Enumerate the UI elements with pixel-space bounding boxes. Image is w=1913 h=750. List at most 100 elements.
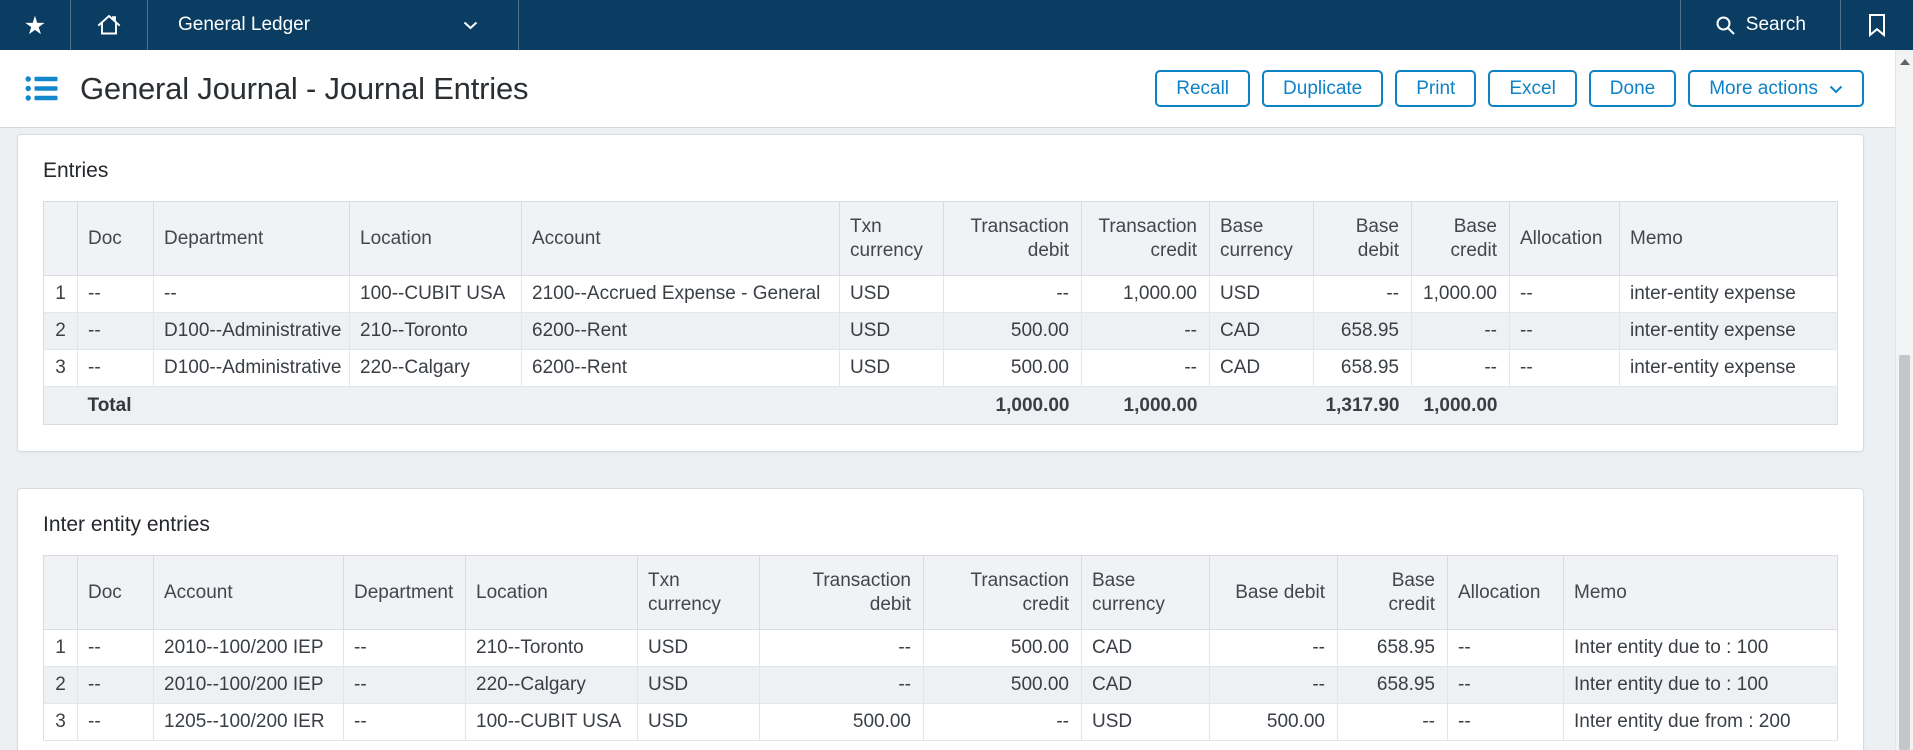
column-header: Transaction credit [1082, 202, 1210, 276]
column-header: Base currency [1210, 202, 1314, 276]
cell: CAD [1210, 350, 1314, 387]
cell: 1 [44, 276, 78, 313]
scrollbar-thumb[interactable] [1899, 355, 1910, 750]
table-row: 1--2010--100/200 IEP--210--TorontoUSD--5… [44, 630, 1838, 667]
total-base-credit: 1,000.00 [1412, 387, 1510, 425]
cell: CAD [1082, 630, 1210, 667]
cell: 658.95 [1314, 350, 1412, 387]
print-button[interactable]: Print [1395, 70, 1476, 107]
duplicate-button[interactable]: Duplicate [1262, 70, 1383, 107]
cell: -- [1448, 667, 1564, 704]
cell: 6200--Rent [522, 350, 840, 387]
cell: 3 [44, 350, 78, 387]
cell: 500.00 [1210, 704, 1338, 741]
cell [44, 387, 78, 425]
column-header: Base credit [1338, 556, 1448, 630]
chevron-down-icon [1829, 85, 1843, 94]
column-header [44, 556, 78, 630]
total-transaction-debit: 1,000.00 [944, 387, 1082, 425]
cell: -- [944, 276, 1082, 313]
search-icon [1715, 15, 1736, 36]
cell: USD [638, 704, 760, 741]
page-title: General Journal - Journal Entries [80, 71, 528, 107]
table-row: 3--1205--100/200 IER--100--CUBIT USAUSD5… [44, 704, 1838, 741]
cell: Inter entity due to : 100 [1564, 630, 1838, 667]
column-header: Memo [1564, 556, 1838, 630]
cell: -- [1082, 313, 1210, 350]
cell [1510, 387, 1838, 425]
cell: -- [1510, 313, 1620, 350]
cell: 658.95 [1338, 667, 1448, 704]
column-header: Txn currency [638, 556, 760, 630]
excel-button[interactable]: Excel [1488, 70, 1576, 107]
module-menu[interactable]: General Ledger [148, 0, 518, 50]
top-nav: ★ General Ledger Search [0, 0, 1913, 50]
column-header: Base currency [1082, 556, 1210, 630]
cell: -- [760, 667, 924, 704]
search-button[interactable]: Search [1681, 0, 1840, 50]
cell: -- [78, 313, 154, 350]
toolbar-buttons: Recall Duplicate Print Excel Done More actio… [1155, 70, 1864, 107]
cell: 658.95 [1338, 630, 1448, 667]
column-header: Location [350, 202, 522, 276]
cell: USD [840, 313, 944, 350]
column-header: Base credit [1412, 202, 1510, 276]
column-header: Allocation [1448, 556, 1564, 630]
cell: USD [1082, 704, 1210, 741]
cell: inter-entity expense [1620, 313, 1838, 350]
more-actions-button[interactable]: More actions [1688, 70, 1864, 107]
module-menu-label: General Ledger [178, 14, 310, 36]
column-header: Transaction debit [760, 556, 924, 630]
scroll-up-button[interactable] [1896, 59, 1913, 65]
page-toolbar: General Journal - Journal Entries Recall… [0, 50, 1913, 128]
home-button[interactable] [71, 0, 147, 50]
entries-card: Entries DocDepartmentLocationAccountTxn … [17, 134, 1864, 452]
favorites-button[interactable]: ★ [0, 0, 70, 50]
column-header: Allocation [1510, 202, 1620, 276]
recall-button[interactable]: Recall [1155, 70, 1250, 107]
cell: -- [1510, 276, 1620, 313]
scroll-up-arrow-icon [1900, 59, 1910, 65]
cell: 220--Calgary [466, 667, 638, 704]
column-header [44, 202, 78, 276]
cell: 2010--100/200 IEP [154, 667, 344, 704]
cell: -- [1082, 350, 1210, 387]
cell: 1 [44, 630, 78, 667]
column-header: Location [466, 556, 638, 630]
cell: -- [154, 276, 350, 313]
cell: 2 [44, 667, 78, 704]
more-actions-label: More actions [1709, 78, 1818, 100]
cell: -- [1510, 350, 1620, 387]
cell: 658.95 [1314, 313, 1412, 350]
cell: CAD [1082, 667, 1210, 704]
cell [840, 387, 944, 425]
cell [1210, 387, 1314, 425]
cell: 1205--100/200 IER [154, 704, 344, 741]
cell: -- [760, 630, 924, 667]
cell: -- [1338, 704, 1448, 741]
done-button[interactable]: Done [1589, 70, 1676, 107]
column-header: Transaction credit [924, 556, 1082, 630]
cell: -- [1448, 630, 1564, 667]
cell: CAD [1210, 313, 1314, 350]
cell: Inter entity due to : 100 [1564, 667, 1838, 704]
page-content: Entries DocDepartmentLocationAccountTxn … [0, 128, 1913, 750]
search-label: Search [1746, 14, 1806, 36]
total-label: Total [78, 387, 840, 425]
home-icon [96, 13, 122, 37]
column-header: Department [344, 556, 466, 630]
cell: 2 [44, 313, 78, 350]
inter-entity-header-row: DocAccountDepartmentLocationTxn currency… [44, 556, 1838, 630]
cell: -- [1210, 667, 1338, 704]
cell: 100--CUBIT USA [350, 276, 522, 313]
column-header: Base debit [1314, 202, 1412, 276]
cell: 220--Calgary [350, 350, 522, 387]
cell: 500.00 [924, 630, 1082, 667]
column-header: Doc [78, 556, 154, 630]
cell: 2100--Accrued Expense - General [522, 276, 840, 313]
bookmark-button[interactable] [1841, 0, 1913, 50]
inter-entity-table: DocAccountDepartmentLocationTxn currency… [43, 555, 1838, 741]
vertical-scrollbar [1895, 50, 1913, 750]
list-menu-button[interactable] [25, 75, 58, 102]
inter-entity-section-title: Inter entity entries [43, 513, 1838, 537]
